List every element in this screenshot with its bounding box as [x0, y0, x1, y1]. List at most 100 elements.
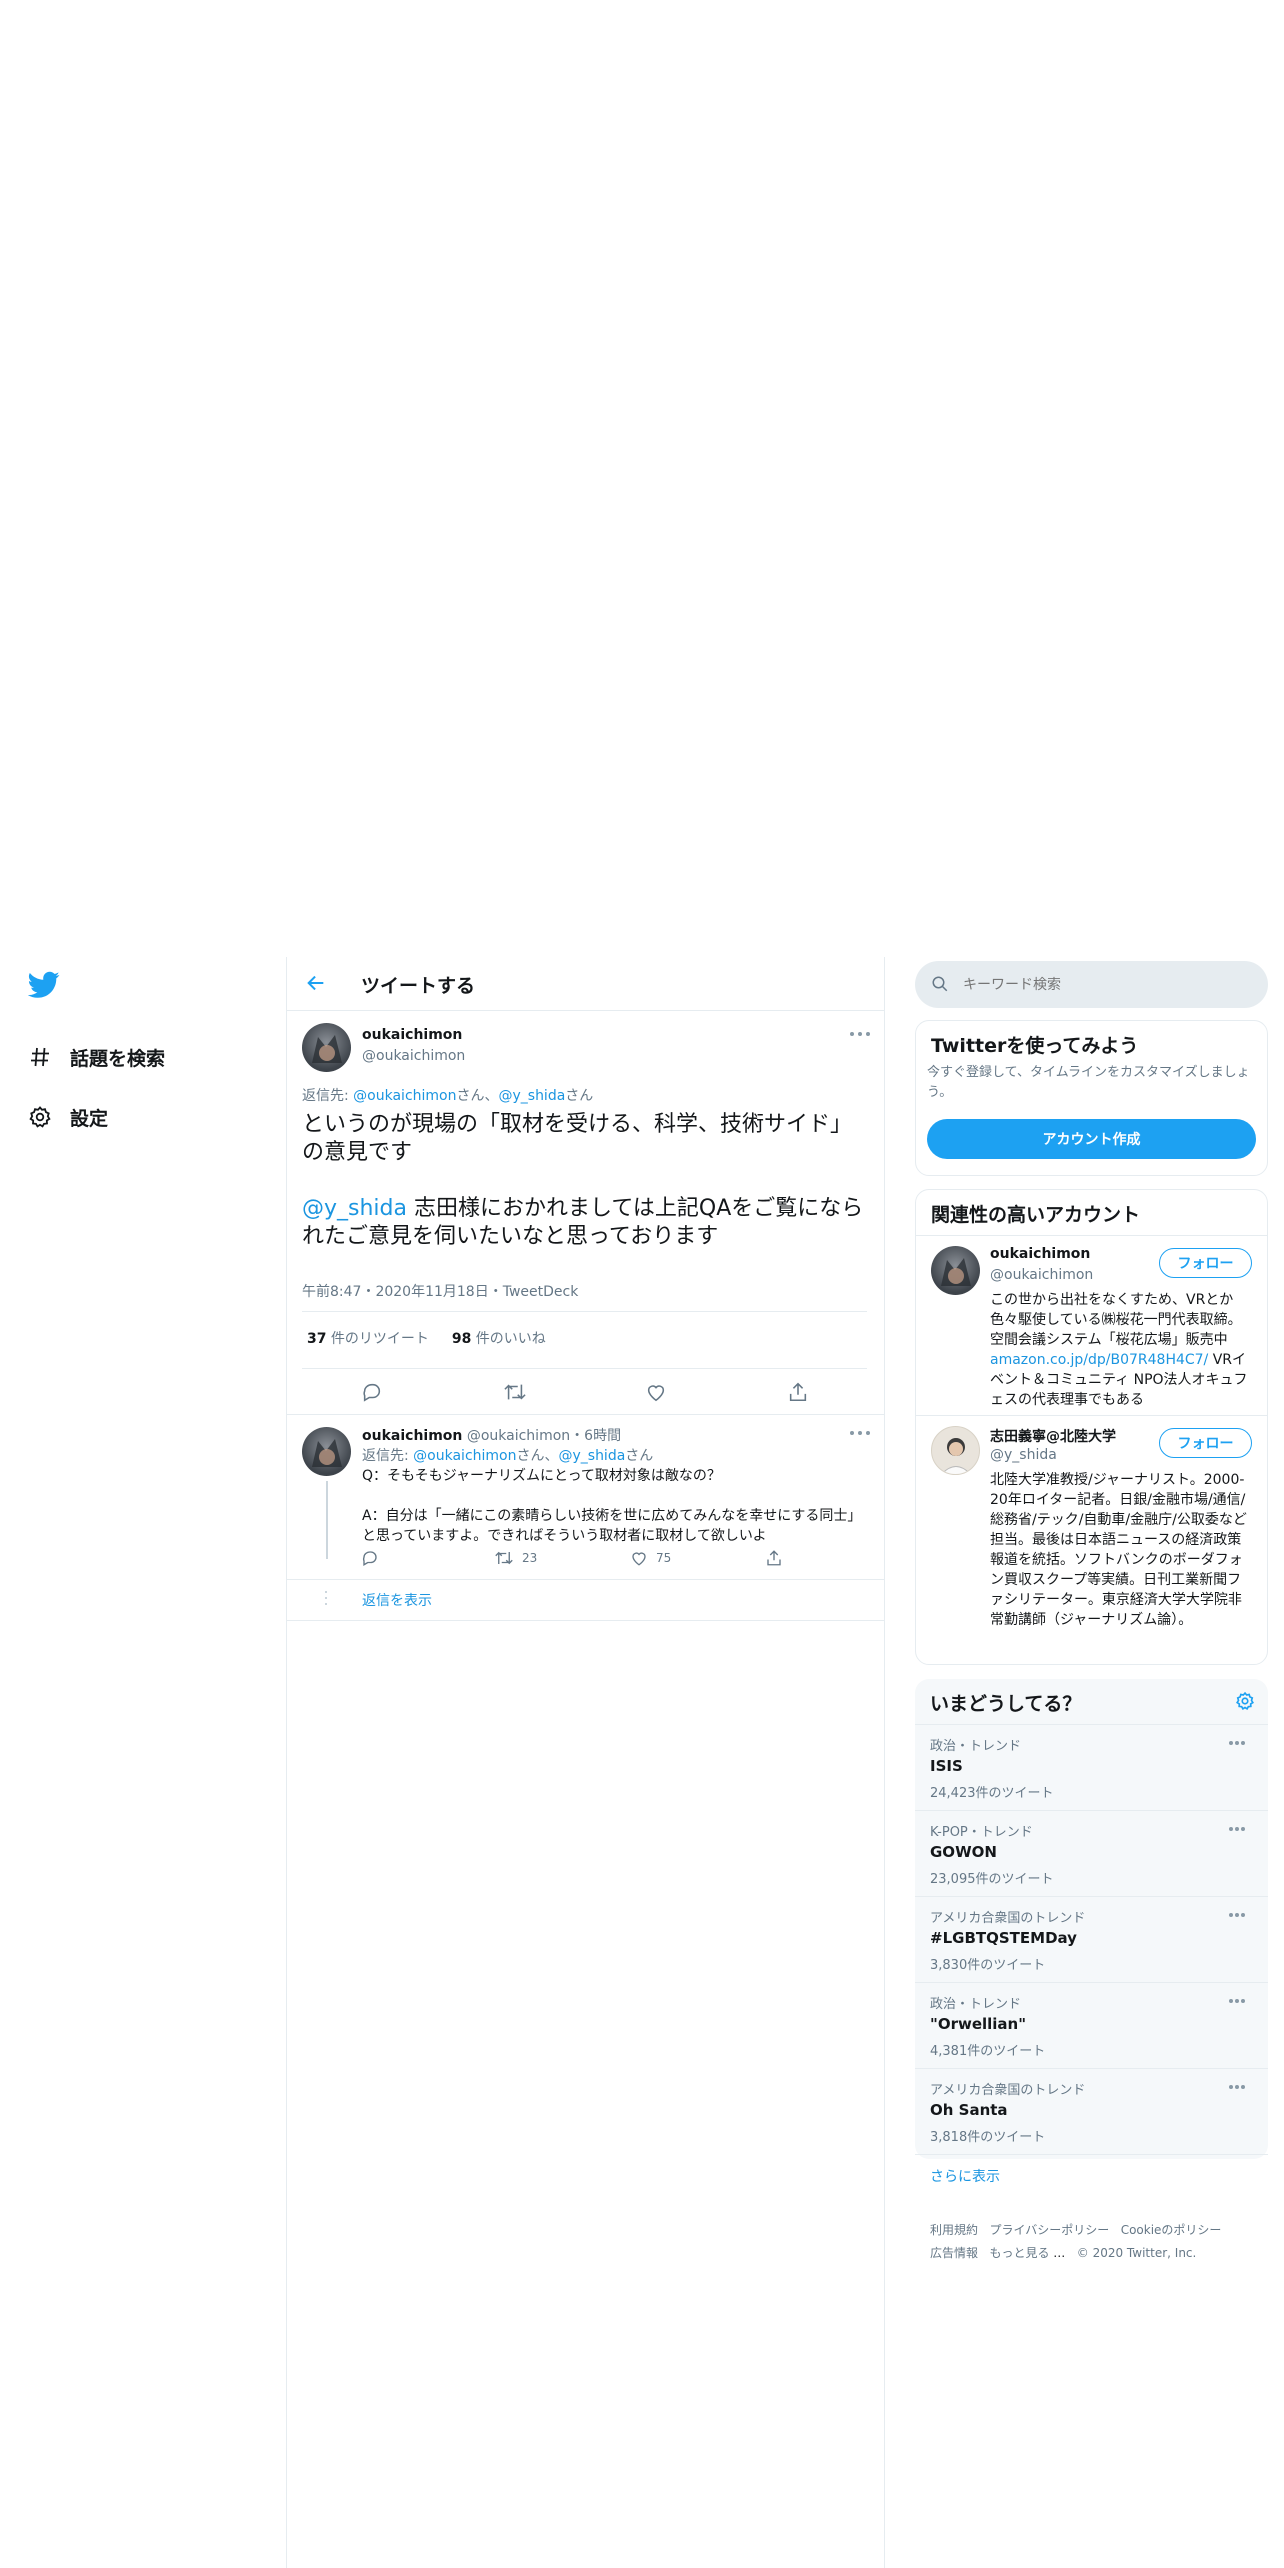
- nav-item-settings[interactable]: 設定: [28, 1097, 108, 1137]
- user-handle[interactable]: @oukaichimon: [467, 1428, 570, 1444]
- account-bio: この世から出社をなくすため、VRとか色々駆使している㈱桜花一門代表取締。空間会議…: [990, 1290, 1254, 1410]
- reply-header: oukaichimon @oukaichimon・6時間: [362, 1425, 621, 1445]
- share-icon[interactable]: [787, 1381, 809, 1403]
- share-action[interactable]: [765, 1549, 783, 1567]
- follow-button[interactable]: フォロー: [1159, 1428, 1252, 1458]
- page-title: ツイートする: [361, 975, 476, 997]
- reply-suffix: さん: [625, 1448, 654, 1464]
- reply-suffix: さん: [565, 1088, 594, 1104]
- reply-mention-link[interactable]: @oukaichimon: [353, 1088, 456, 1104]
- user-handle[interactable]: @oukaichimon: [362, 1048, 465, 1064]
- retweet-label[interactable]: 件のリツイート: [326, 1331, 429, 1347]
- retweet-count[interactable]: 37: [307, 1331, 326, 1347]
- tweet-timestamp: 午前8:47・2020年11月18日・TweetDeck: [302, 1281, 578, 1301]
- more-icon[interactable]: [1229, 1825, 1253, 1833]
- like-count[interactable]: 98: [452, 1331, 471, 1347]
- reply-mention-link[interactable]: @y_shida: [498, 1088, 565, 1104]
- account-row[interactable]: oukaichimon @oukaichimon フォロー この世から出社をなく…: [916, 1236, 1267, 1416]
- reply-tweet[interactable]: oukaichimon @oukaichimon・6時間 返信先: @oukai…: [287, 1415, 884, 1580]
- more-icon[interactable]: [850, 1030, 874, 1038]
- footer-link-ads[interactable]: 広告情報: [930, 2246, 978, 2260]
- more-icon[interactable]: [1229, 1739, 1253, 1747]
- trend-count: 23,095件のツイート: [930, 1872, 1054, 1887]
- more-icon[interactable]: [1229, 1997, 1253, 2005]
- mention-link[interactable]: @y_shida: [302, 1196, 407, 1221]
- back-arrow-icon[interactable]: [305, 972, 327, 994]
- tweet-time[interactable]: ・6時間: [570, 1428, 621, 1444]
- avatar[interactable]: [302, 1023, 351, 1072]
- trend-context: K-POP・トレンド: [930, 1825, 1033, 1840]
- search-icon: [931, 975, 949, 993]
- timestamp-text[interactable]: 午前8:47・2020年11月18日・: [302, 1284, 503, 1300]
- reply-prefix: 返信先:: [362, 1448, 414, 1464]
- show-replies-link[interactable]: 返信を表示: [362, 1590, 432, 1610]
- like-action[interactable]: 75: [630, 1549, 671, 1567]
- more-icon[interactable]: [850, 1429, 874, 1437]
- trend-context: アメリカ合衆国のトレンド: [930, 1911, 1086, 1926]
- twitter-logo-icon[interactable]: [28, 971, 60, 999]
- settings-icon[interactable]: [1235, 1691, 1255, 1711]
- footer-link-privacy[interactable]: プライバシーポリシー: [989, 2223, 1109, 2237]
- show-more-link[interactable]: さらに表示: [930, 2166, 1000, 2186]
- trend-name: ISIS: [930, 1757, 963, 1775]
- display-name[interactable]: oukaichimon: [362, 1027, 462, 1043]
- avatar[interactable]: [931, 1246, 980, 1295]
- trend-name: Oh Santa: [930, 2101, 1008, 2119]
- search-box[interactable]: [915, 961, 1268, 1008]
- reply-separator: さん、: [516, 1448, 559, 1464]
- account-handle[interactable]: @oukaichimon: [990, 1267, 1093, 1283]
- tweet-text-line: Q：そもそもジャーナリズムにとって取材対象は敵なの？: [362, 1468, 721, 1484]
- account-name[interactable]: oukaichimon: [990, 1246, 1090, 1262]
- copyright: © 2020 Twitter, Inc.: [1076, 2246, 1197, 2260]
- trend-count: 3,830件のツイート: [930, 1958, 1046, 1973]
- like-icon[interactable]: [645, 1381, 667, 1403]
- trend-item[interactable]: 政治・トレンド "Orwellian" 4,381件のツイート: [915, 1983, 1268, 2069]
- reply-icon[interactable]: [361, 1381, 383, 1403]
- avatar[interactable]: [931, 1426, 980, 1475]
- reply-context: 返信先: @oukaichimonさん、@y_shidaさん: [362, 1445, 653, 1465]
- search-input[interactable]: [963, 969, 1253, 1000]
- retweet-icon[interactable]: [503, 1381, 527, 1403]
- reply-mention-link[interactable]: @oukaichimon: [413, 1448, 516, 1464]
- tweet-actions: [287, 1369, 884, 1415]
- more-icon[interactable]: [1229, 1911, 1253, 1919]
- reply-mention-link[interactable]: @y_shida: [558, 1448, 625, 1464]
- reply-icon: [361, 1549, 379, 1567]
- tweet-text: Q：そもそもジャーナリズムにとって取材対象は敵なの？ A：自分は「一緒にこの素晴…: [362, 1466, 867, 1546]
- trend-item[interactable]: K-POP・トレンド GOWON 23,095件のツイート: [915, 1811, 1268, 1897]
- source-label: TweetDeck: [502, 1284, 579, 1300]
- nav-item-label: 設定: [70, 1107, 109, 1130]
- trend-item[interactable]: アメリカ合衆国のトレンド #LGBTQSTEMDay 3,830件のツイート: [915, 1897, 1268, 1983]
- create-account-button[interactable]: アカウント作成: [927, 1119, 1256, 1159]
- display-name[interactable]: oukaichimon: [362, 1428, 462, 1444]
- account-row[interactable]: 志田義寧@北陸大学 @y_shida フォロー 北陸大学准教授/ジャーナリスト。…: [916, 1416, 1267, 1664]
- sidebar: Twitterを使ってみよう 今すぐ登録して、タイムラインをカスタマイズしましょ…: [885, 957, 1284, 2568]
- trend-item[interactable]: アメリカ合衆国のトレンド Oh Santa 3,818件のツイート: [915, 2069, 1268, 2155]
- nav-item-explore[interactable]: 話題を検索: [28, 1037, 165, 1077]
- trend-context: アメリカ合衆国のトレンド: [930, 2083, 1086, 2098]
- retweet-action[interactable]: 23: [494, 1549, 537, 1567]
- divider: [302, 1311, 867, 1312]
- main-column: ツイートする oukaichimon @oukaichimon 返信先: @ou…: [286, 957, 885, 2568]
- reply-prefix: 返信先:: [302, 1088, 354, 1104]
- like-label[interactable]: 件のいいね: [471, 1331, 546, 1347]
- more-icon[interactable]: [1229, 2083, 1253, 2091]
- trend-name: "Orwellian": [930, 2015, 1027, 2033]
- retweet-count: 23: [522, 1551, 538, 1565]
- account-name[interactable]: 志田義寧@北陸大学: [990, 1426, 1116, 1446]
- footer-link-cookie[interactable]: Cookieのポリシー: [1121, 2223, 1222, 2237]
- signup-title: Twitterを使ってみよう: [931, 1035, 1139, 1057]
- reply-action[interactable]: [361, 1549, 379, 1567]
- tweet-stats: 37 件のリツイート 98 件のいいね: [307, 1328, 546, 1348]
- avatar[interactable]: [302, 1427, 351, 1476]
- more-icon: …: [1049, 2246, 1066, 2260]
- account-handle[interactable]: @y_shida: [990, 1447, 1057, 1463]
- main-tweet: oukaichimon @oukaichimon 返信先: @oukaichim…: [287, 1011, 884, 1369]
- relevant-title: 関連性の高いアカウント: [931, 1204, 1141, 1226]
- bio-link[interactable]: amazon.co.jp/dp/B07R48H4C7/: [990, 1352, 1208, 1368]
- trend-item[interactable]: 政治・トレンド ISIS 24,423件のツイート: [915, 1725, 1268, 1811]
- footer-link-terms[interactable]: 利用規約: [930, 2223, 978, 2237]
- follow-button[interactable]: フォロー: [1159, 1248, 1252, 1278]
- footer-link-more[interactable]: もっと見る: [989, 2246, 1049, 2260]
- tweet-text-line: というのが現場の「取材を受ける、科学、技術サイド」の意見です: [302, 1112, 853, 1165]
